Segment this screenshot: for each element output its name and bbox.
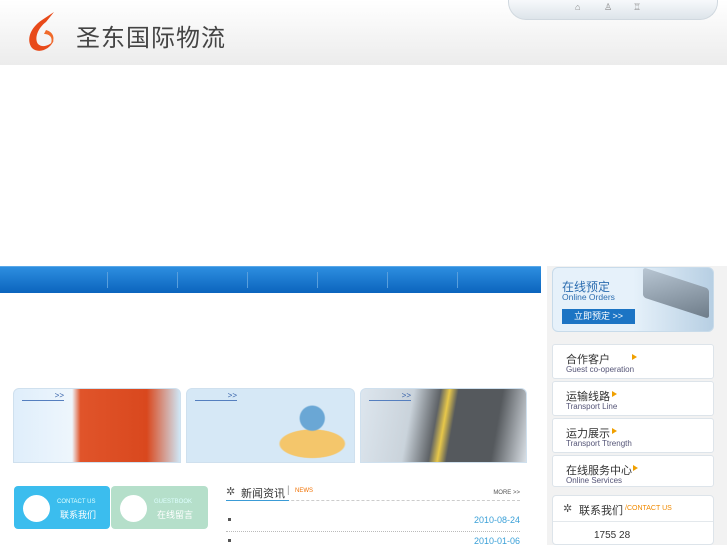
quick-cn: 联系我们 <box>60 510 97 520</box>
logo-icon[interactable] <box>24 10 60 54</box>
news-item[interactable]: 2010-08-24 <box>226 515 520 527</box>
news-more-link[interactable]: MORE >> <box>493 490 520 496</box>
favorite-icon[interactable]: ♖ <box>633 2 641 13</box>
contact-subtitle: /CONTACT US <box>625 505 672 512</box>
sidebar-item-lines[interactable]: 运输线路 Transport Line <box>552 381 714 416</box>
card-global[interactable]: >> <box>186 388 355 463</box>
sidebar-item-services[interactable]: 在线服务中心 Online Services <box>552 455 714 487</box>
menu-sub: Guest co-operation <box>566 365 635 374</box>
arrow-icon <box>612 391 617 397</box>
more-link[interactable]: >> <box>369 391 411 401</box>
arrow-icon <box>633 465 638 471</box>
brand-name: 圣东国际物流 <box>76 24 226 52</box>
keyboard-image <box>643 267 709 319</box>
menu-sub: Transport Line <box>566 402 618 411</box>
home-icon[interactable]: ⌂ <box>575 2 580 12</box>
quick-cn: 在线留言 <box>157 510 194 520</box>
gear-icon: ✲ <box>563 503 573 515</box>
arrow-icon <box>612 428 617 434</box>
news-title: 新闻资讯 <box>241 488 285 500</box>
more-link[interactable]: >> <box>22 391 64 401</box>
contact-phone: 1755 28 <box>594 530 631 541</box>
sitemap-icon[interactable]: ♙ <box>604 2 612 13</box>
arrow-icon <box>632 354 637 360</box>
card-highway[interactable]: >> <box>360 388 527 463</box>
phone-icon <box>23 495 50 522</box>
guestbook-button[interactable]: GUESTBOOK 在线留言 <box>111 486 208 529</box>
news-tag: NEWS <box>295 488 313 494</box>
gear-icon: ✲ <box>226 486 236 498</box>
contact-us-button[interactable]: CONTACT US 联系我们 <box>14 486 110 529</box>
quick-en: CONTACT US <box>57 499 96 505</box>
menu-sub: Online Services <box>566 476 623 485</box>
sidebar-item-guests[interactable]: 合作客户 Guest co-operation <box>552 344 714 379</box>
orders-subtitle: Online Orders <box>562 292 615 302</box>
contact-title: 联系我们 <box>579 505 623 517</box>
quick-en: GUESTBOOK <box>154 499 193 505</box>
sidebar-item-capacity[interactable]: 运力展示 Transport Ttrength <box>552 418 714 453</box>
news-item[interactable]: 2010-01-06 <box>226 536 520 548</box>
more-link[interactable]: >> <box>195 391 237 401</box>
main-nav <box>0 266 541 293</box>
news-date: 2010-08-24 <box>473 515 520 525</box>
online-orders-panel: 在线预定 Online Orders 立即预定 >> <box>552 267 714 332</box>
news-header: ✲ 新闻资讯 | NEWS MORE >> <box>226 485 520 501</box>
site-header: 圣东国际物流 ⌂ ♙ ♖ <box>0 0 727 65</box>
contact-panel: ✲ 联系我们 /CONTACT US 1755 28 <box>552 495 714 545</box>
headset-icon <box>120 495 147 522</box>
top-links: ⌂ ♙ ♖ <box>508 0 718 20</box>
menu-sub: Transport Ttrength <box>566 439 632 448</box>
order-now-button[interactable]: 立即预定 >> <box>562 309 635 324</box>
card-truck[interactable]: >> <box>13 388 181 463</box>
